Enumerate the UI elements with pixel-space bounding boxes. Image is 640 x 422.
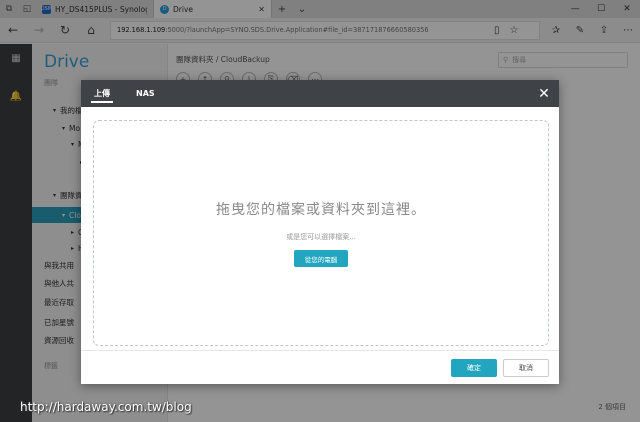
drop-zone[interactable]: 拖曳您的檔案或資料夾到這裡。 或是您可以選擇檔案... 從您的電腦 — [93, 120, 549, 346]
watermark-text: http://hardaway.com.tw/blog — [20, 400, 192, 414]
tab-upload[interactable]: 上傳 — [91, 80, 113, 107]
close-icon[interactable]: ✕ — [529, 80, 559, 107]
ok-button[interactable]: 確定 — [451, 359, 497, 377]
dialog-footer: 確定 取消 — [81, 350, 559, 384]
from-computer-button[interactable]: 從您的電腦 — [294, 250, 348, 267]
tab-nas[interactable]: NAS — [133, 80, 158, 107]
screen: ⧉ ◱ DSM HY_DS415PLUS - Synology D D Driv… — [0, 0, 640, 422]
dialog-header: 上傳 NAS ✕ — [81, 80, 559, 107]
drop-zone-subtitle: 或是您可以選擇檔案... — [286, 233, 356, 241]
cancel-button[interactable]: 取消 — [503, 359, 549, 377]
drop-zone-title: 拖曳您的檔案或資料夾到這裡。 — [216, 202, 426, 218]
upload-dialog: 上傳 NAS ✕ 拖曳您的檔案或資料夾到這裡。 或是您可以選擇檔案... 從您的… — [81, 80, 559, 384]
